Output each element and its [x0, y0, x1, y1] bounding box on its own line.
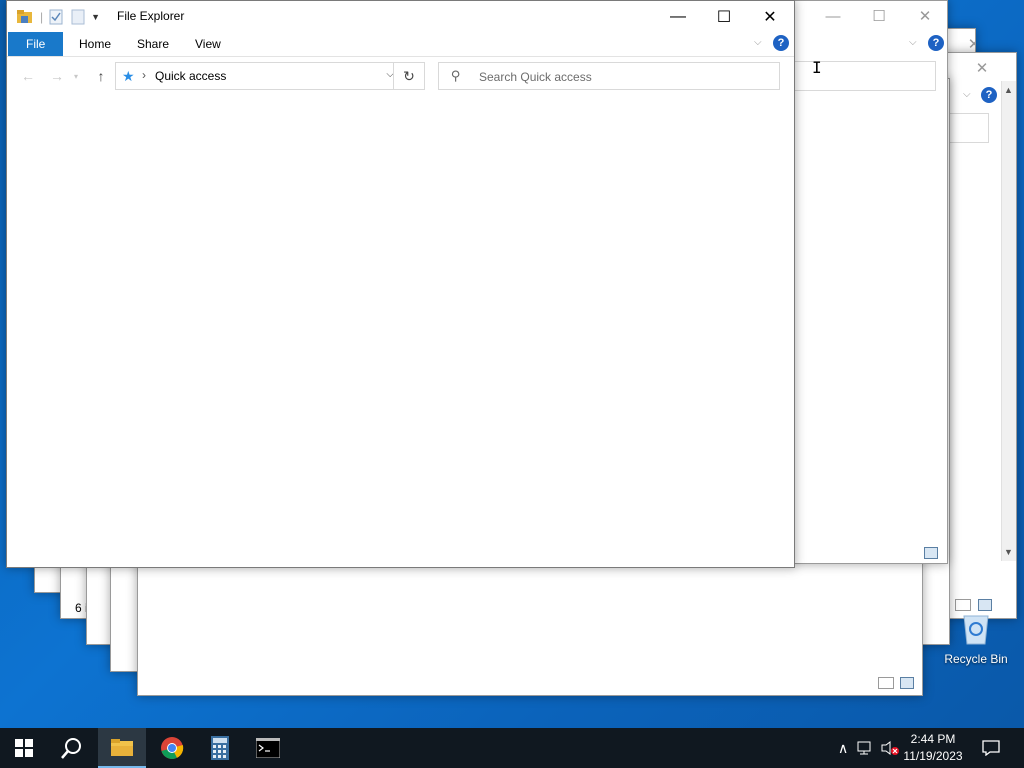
quick-access-toolbar: | ▼	[16, 8, 100, 26]
tab-home[interactable]: Home	[69, 32, 121, 56]
text-cursor-icon: I	[812, 58, 822, 77]
back-button[interactable]: ←	[18, 66, 38, 86]
large-icons-view-icon[interactable]	[924, 547, 938, 559]
close-icon[interactable]: ✕	[959, 53, 1005, 83]
tab-file[interactable]: File	[8, 32, 64, 56]
taskbar-terminal[interactable]	[244, 728, 292, 768]
divider: |	[40, 10, 44, 24]
address-bar[interactable]: ★ › Quick access ⌵ ↻	[115, 62, 425, 90]
search-button[interactable]	[48, 728, 96, 768]
window-title: File Explorer	[117, 9, 185, 23]
refresh-button[interactable]: ↻	[393, 63, 424, 89]
windows-logo-icon	[15, 739, 33, 757]
details-view-icon[interactable]	[955, 599, 971, 611]
customize-toolbar-icon[interactable]: ▼	[91, 12, 100, 22]
title-bar[interactable]: | ▼ File Explorer — ☐ ✕	[7, 1, 794, 32]
chrome-icon	[161, 737, 184, 759]
address-text[interactable]: Quick access	[155, 69, 226, 83]
search-icon: ⚲	[451, 68, 461, 83]
clock[interactable]: 2:44 PM 11/19/2023	[898, 731, 968, 765]
recycle-bin[interactable]: Recycle Bin	[940, 612, 1012, 666]
navigation-bar: ← → ▾ ↑ ★ › Quick access ⌵ ↻ ⚲ Search Qu…	[7, 57, 794, 95]
minimize-icon[interactable]: —	[810, 1, 856, 31]
tab-view[interactable]: View	[185, 32, 231, 56]
search-icon	[61, 738, 81, 759]
taskbar-chrome[interactable]	[148, 728, 196, 768]
recycle-bin-label: Recycle Bin	[944, 652, 1008, 666]
calculator-icon	[211, 736, 229, 760]
taskbar-calculator[interactable]	[196, 728, 244, 768]
start-button[interactable]	[0, 728, 48, 768]
properties-icon[interactable]	[49, 9, 63, 25]
chevron-down-icon[interactable]: ⌵	[963, 89, 971, 100]
quick-access-star-icon: ★	[122, 68, 135, 84]
recent-locations-icon[interactable]: ▾	[71, 66, 81, 86]
show-hidden-icons-icon[interactable]: ∧	[838, 740, 848, 757]
background-window-top-right[interactable]: — ☐ ✕ ⌵ ?	[792, 0, 948, 564]
chevron-down-icon[interactable]: ⌵	[909, 37, 917, 48]
expand-ribbon-icon[interactable]: ⌵	[754, 37, 762, 48]
ribbon-tabs: File Home Share View ⌵ ?	[7, 32, 794, 57]
action-center-button[interactable]	[968, 728, 1014, 768]
up-button[interactable]: ↑	[91, 66, 111, 86]
breadcrumb-chevron-icon[interactable]: ›	[142, 68, 146, 82]
search-placeholder[interactable]: Search Quick access	[479, 70, 592, 84]
recycle-bin-icon[interactable]	[958, 612, 994, 646]
help-icon[interactable]: ?	[928, 35, 944, 51]
maximize-icon[interactable]: ☐	[856, 1, 902, 31]
forward-button[interactable]: →	[47, 66, 67, 86]
minimize-button[interactable]: —	[655, 1, 701, 32]
close-icon[interactable]: ✕	[902, 1, 947, 31]
new-folder-icon[interactable]	[71, 9, 85, 25]
folder-icon	[17, 10, 32, 23]
large-icons-view-icon[interactable]	[900, 677, 914, 689]
clock-time: 2:44 PM	[910, 732, 956, 746]
maximize-button[interactable]: ☐	[701, 1, 747, 32]
file-explorer-icon	[111, 739, 133, 756]
clock-date: 11/19/2023	[903, 749, 963, 763]
taskbar: ∧ 2:44 PM 11/19/2023	[0, 728, 1024, 768]
tab-share[interactable]: Share	[127, 32, 179, 56]
search-box[interactable]: ⚲ Search Quick access	[438, 62, 780, 90]
scrollbar[interactable]: ▲ ▼	[1001, 81, 1016, 561]
network-icon[interactable]	[856, 740, 874, 756]
taskbar-file-explorer[interactable]	[98, 728, 146, 768]
help-icon[interactable]: ?	[773, 35, 789, 51]
help-icon[interactable]: ?	[981, 87, 997, 103]
file-explorer-window[interactable]: | ▼ File Explorer — ☐ ✕ File Home Share …	[6, 0, 795, 568]
details-view-icon[interactable]	[878, 677, 894, 689]
large-icons-view-icon[interactable]	[978, 599, 992, 611]
terminal-icon	[256, 738, 280, 758]
system-tray: ∧	[838, 728, 900, 768]
close-button[interactable]: ✕	[747, 1, 793, 32]
notification-icon	[982, 740, 1000, 756]
content-area[interactable]	[7, 95, 794, 567]
